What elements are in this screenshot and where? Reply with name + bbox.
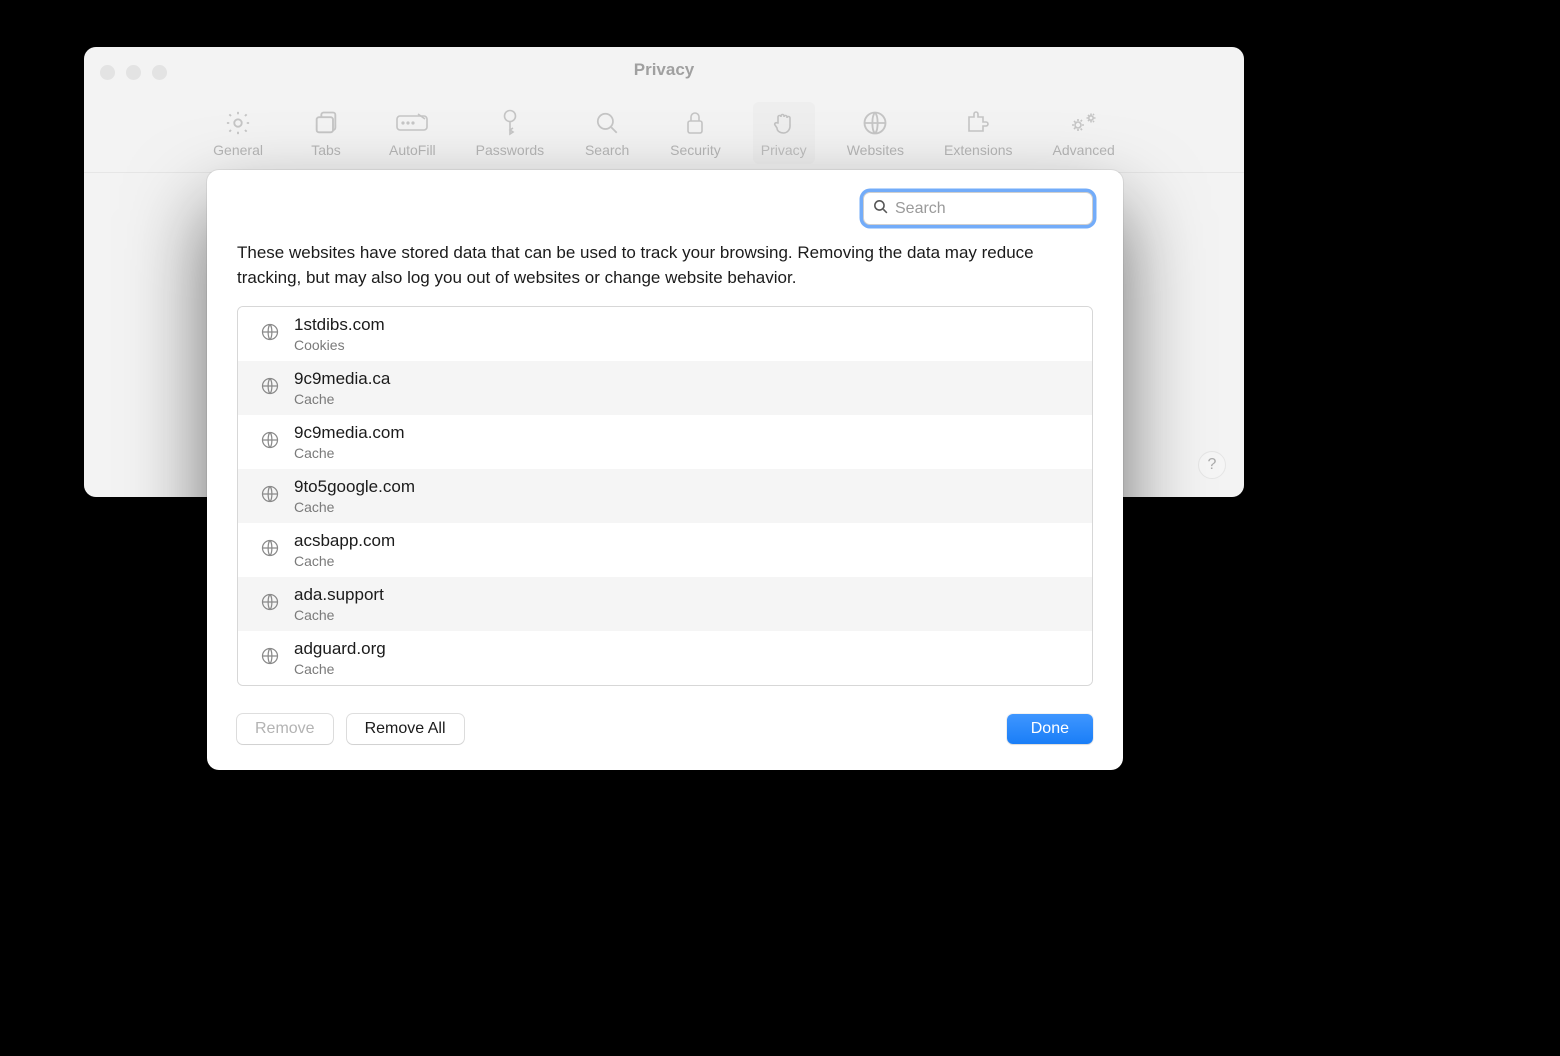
list-item[interactable]: acsbapp.com Cache	[238, 523, 1092, 577]
remove-button[interactable]: Remove	[237, 714, 333, 744]
list-item[interactable]: 9c9media.ca Cache	[238, 361, 1092, 415]
website-domain: ada.support	[294, 585, 384, 605]
sheet-description: These websites have stored data that can…	[237, 241, 1093, 290]
website-detail: Cache	[294, 499, 415, 515]
website-data-sheet: These websites have stored data that can…	[207, 170, 1123, 770]
search-field[interactable]	[863, 192, 1093, 225]
done-button[interactable]: Done	[1007, 714, 1093, 744]
list-item-text: adguard.org Cache	[294, 639, 386, 677]
list-item[interactable]: adguard.org Cache	[238, 631, 1092, 685]
button-row: Remove Remove All Done	[237, 714, 1093, 744]
globe-icon	[260, 322, 280, 347]
remove-all-button[interactable]: Remove All	[347, 714, 464, 744]
list-item[interactable]: 9c9media.com Cache	[238, 415, 1092, 469]
list-item-text: 1stdibs.com Cookies	[294, 315, 385, 353]
website-domain: 9c9media.com	[294, 423, 405, 443]
globe-icon	[260, 484, 280, 509]
website-detail: Cache	[294, 661, 386, 677]
website-detail: Cookies	[294, 337, 385, 353]
website-detail: Cache	[294, 445, 405, 461]
globe-icon	[260, 592, 280, 617]
website-domain: adguard.org	[294, 639, 386, 659]
list-item[interactable]: 9to5google.com Cache	[238, 469, 1092, 523]
list-item[interactable]: 1stdibs.com Cookies	[238, 307, 1092, 361]
list-item-text: 9c9media.com Cache	[294, 423, 405, 461]
list-item-text: ada.support Cache	[294, 585, 384, 623]
website-detail: Cache	[294, 553, 395, 569]
list-item-text: acsbapp.com Cache	[294, 531, 395, 569]
globe-icon	[260, 376, 280, 401]
website-detail: Cache	[294, 607, 384, 623]
website-domain: 1stdibs.com	[294, 315, 385, 335]
list-item-text: 9c9media.ca Cache	[294, 369, 390, 407]
website-data-list: 1stdibs.com Cookies 9c9media.ca Cache 9c…	[237, 306, 1093, 686]
website-domain: 9to5google.com	[294, 477, 415, 497]
list-item[interactable]: ada.support Cache	[238, 577, 1092, 631]
globe-icon	[260, 646, 280, 671]
globe-icon	[260, 538, 280, 563]
website-domain: acsbapp.com	[294, 531, 395, 551]
list-item-text: 9to5google.com Cache	[294, 477, 415, 515]
website-detail: Cache	[294, 391, 390, 407]
globe-icon	[260, 430, 280, 455]
search-icon	[872, 198, 889, 220]
search-row	[237, 192, 1093, 225]
website-domain: 9c9media.ca	[294, 369, 390, 389]
search-input[interactable]	[895, 200, 1102, 218]
